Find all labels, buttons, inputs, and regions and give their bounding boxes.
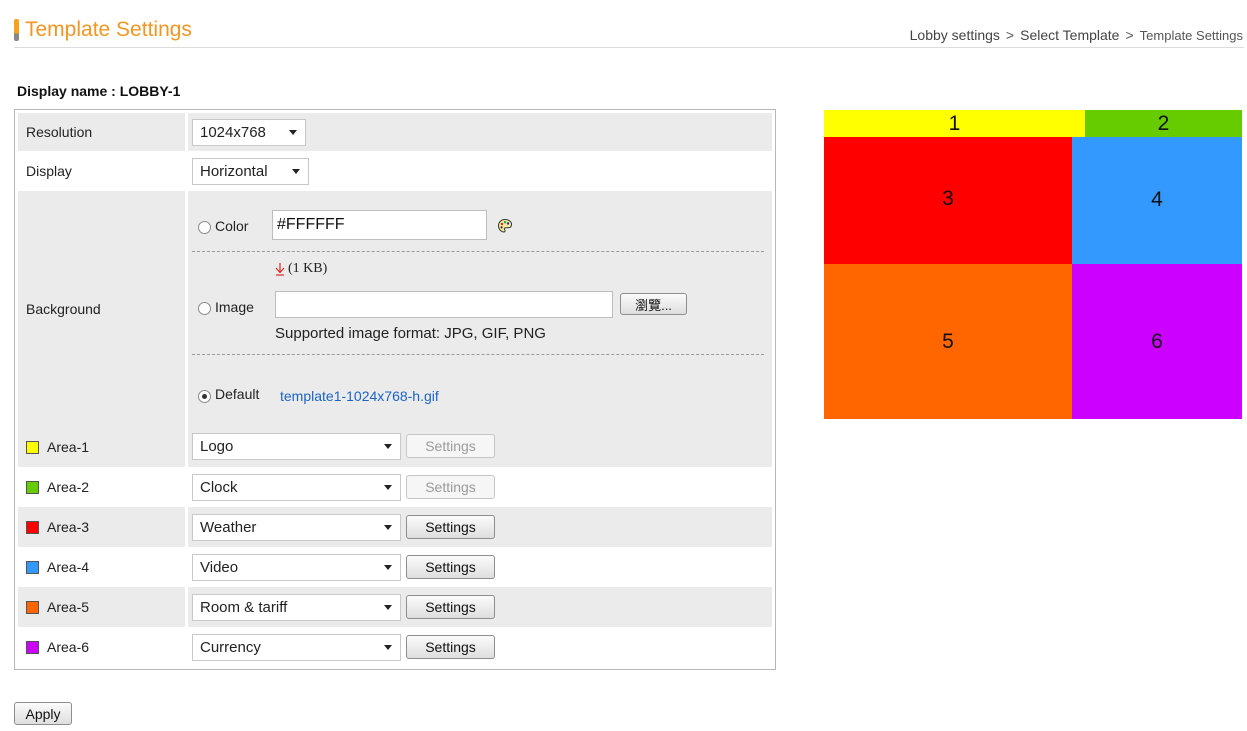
chevron-down-icon <box>384 525 392 530</box>
resolution-label: Resolution <box>18 113 185 151</box>
area-5-content-select[interactable]: Room & tariff <box>192 594 401 621</box>
settings-table: Resolution 1024x768 Display Horizontal B… <box>14 109 776 670</box>
breadcrumb-separator: > <box>1125 27 1134 43</box>
preview-area-1: 1 <box>824 110 1085 137</box>
page-title: Template Settings <box>25 18 192 41</box>
area-label-text: Area-5 <box>47 599 90 615</box>
area-row: Area-2 Clock Settings <box>18 467 772 507</box>
download-arrow-icon[interactable] <box>275 262 285 276</box>
header-divider <box>14 47 1244 48</box>
preview-area-4: 4 <box>1072 137 1242 264</box>
area-label: Area-4 <box>18 547 185 587</box>
area-content-value: Room & tariff <box>200 599 288 616</box>
area-label: Area-3 <box>18 507 185 547</box>
image-option-label: Image <box>215 299 254 315</box>
breadcrumb-template-settings: Template Settings <box>1139 28 1243 43</box>
color-swatch-icon <box>26 520 39 534</box>
background-divider <box>192 354 764 355</box>
area-label-text: Area-1 <box>47 439 90 455</box>
color-radio[interactable] <box>198 221 211 234</box>
area-label-text: Area-6 <box>47 639 90 655</box>
display-select[interactable]: Horizontal <box>192 158 309 185</box>
resolution-select[interactable]: 1024x768 <box>192 119 306 146</box>
color-option-label: Color <box>215 218 249 234</box>
chevron-down-icon <box>384 605 392 610</box>
area-6-settings-button[interactable]: Settings <box>406 635 495 659</box>
color-swatch-icon <box>26 480 39 494</box>
area-1-settings-button[interactable]: Settings <box>406 434 495 458</box>
area-row: Area-1 Logo Settings <box>18 427 772 467</box>
preview-area-6: 6 <box>1072 264 1242 419</box>
area-row: Area-6 Currency Settings <box>18 627 772 667</box>
default-template-link[interactable]: template1-1024x768-h.gif <box>280 388 439 404</box>
area-content-value: Weather <box>200 519 257 536</box>
breadcrumb-select-template[interactable]: Select Template <box>1020 27 1119 43</box>
chevron-down-icon <box>384 444 392 449</box>
preview-area-3: 3 <box>824 137 1072 264</box>
image-download-info: (1 KB) <box>275 261 327 277</box>
default-radio[interactable] <box>198 390 211 403</box>
template-layout-preview: 1 2 3 4 5 6 <box>824 110 1242 419</box>
area-label: Area-6 <box>18 627 185 667</box>
area-3-settings-button[interactable]: Settings <box>406 515 495 539</box>
area-2-settings-button[interactable]: Settings <box>406 475 495 499</box>
chevron-down-icon <box>289 130 297 135</box>
image-file-input[interactable] <box>275 291 613 318</box>
area-label: Area-1 <box>18 427 185 467</box>
resolution-value: 1024x768 <box>200 124 266 141</box>
chevron-down-icon <box>384 565 392 570</box>
breadcrumb-separator: > <box>1005 27 1015 43</box>
resolution-row: Resolution 1024x768 <box>18 113 772 151</box>
display-row: Display Horizontal <box>18 151 772 191</box>
title-marker-icon <box>14 19 19 41</box>
area-row: Area-3 Weather Settings <box>18 507 772 547</box>
area-content-value: Video <box>200 559 239 576</box>
area-label-text: Area-4 <box>47 559 90 575</box>
color-swatch-icon <box>26 440 39 454</box>
area-4-content-select[interactable]: Video <box>192 554 401 581</box>
image-radio[interactable] <box>198 302 211 315</box>
apply-button[interactable]: Apply <box>14 702 72 725</box>
image-size: (1 KB) <box>288 261 328 276</box>
display-value: Horizontal <box>200 163 268 180</box>
chevron-down-icon <box>384 645 392 650</box>
page-header: Template Settings <box>14 18 192 42</box>
color-input[interactable]: #FFFFFF <box>272 210 487 240</box>
color-swatch-icon <box>26 560 39 574</box>
supported-formats-text: Supported image format: JPG, GIF, PNG <box>275 325 546 342</box>
color-swatch-icon <box>26 640 39 654</box>
browse-button[interactable]: 瀏覽... <box>620 293 687 315</box>
default-option-label: Default <box>215 386 260 402</box>
preview-area-2: 2 <box>1085 110 1242 137</box>
display-name: Display name : LOBBY-1 <box>17 83 181 99</box>
area-label-text: Area-2 <box>47 479 90 495</box>
breadcrumb-lobby-settings[interactable]: Lobby settings <box>910 27 1000 43</box>
area-label-text: Area-3 <box>47 519 90 535</box>
area-content-value: Currency <box>200 639 261 656</box>
color-picker-icon[interactable] <box>497 218 513 234</box>
chevron-down-icon <box>292 169 300 174</box>
area-5-settings-button[interactable]: Settings <box>406 595 495 619</box>
display-label: Display <box>26 163 72 179</box>
area-2-content-select[interactable]: Clock <box>192 474 401 501</box>
area-content-value: Logo <box>200 438 234 455</box>
color-swatch-icon <box>26 600 39 614</box>
area-6-content-select[interactable]: Currency <box>192 634 401 661</box>
area-4-settings-button[interactable]: Settings <box>406 555 495 579</box>
area-3-content-select[interactable]: Weather <box>192 514 401 541</box>
preview-area-5: 5 <box>824 264 1072 419</box>
area-1-content-select[interactable]: Logo <box>192 433 401 460</box>
background-divider <box>192 251 764 252</box>
chevron-down-icon <box>384 485 392 490</box>
area-label: Area-2 <box>18 467 185 507</box>
breadcrumb: Lobby settings > Select Template > Template … <box>910 27 1243 43</box>
area-row: Area-4 Video Settings <box>18 547 772 587</box>
background-row: Background Color #FFFFFF (1 KB) Image 瀏覽… <box>18 191 772 427</box>
area-label: Area-5 <box>18 587 185 627</box>
area-content-value: Clock <box>200 479 238 496</box>
background-label: Background <box>18 191 185 427</box>
area-row: Area-5 Room & tariff Settings <box>18 587 772 627</box>
